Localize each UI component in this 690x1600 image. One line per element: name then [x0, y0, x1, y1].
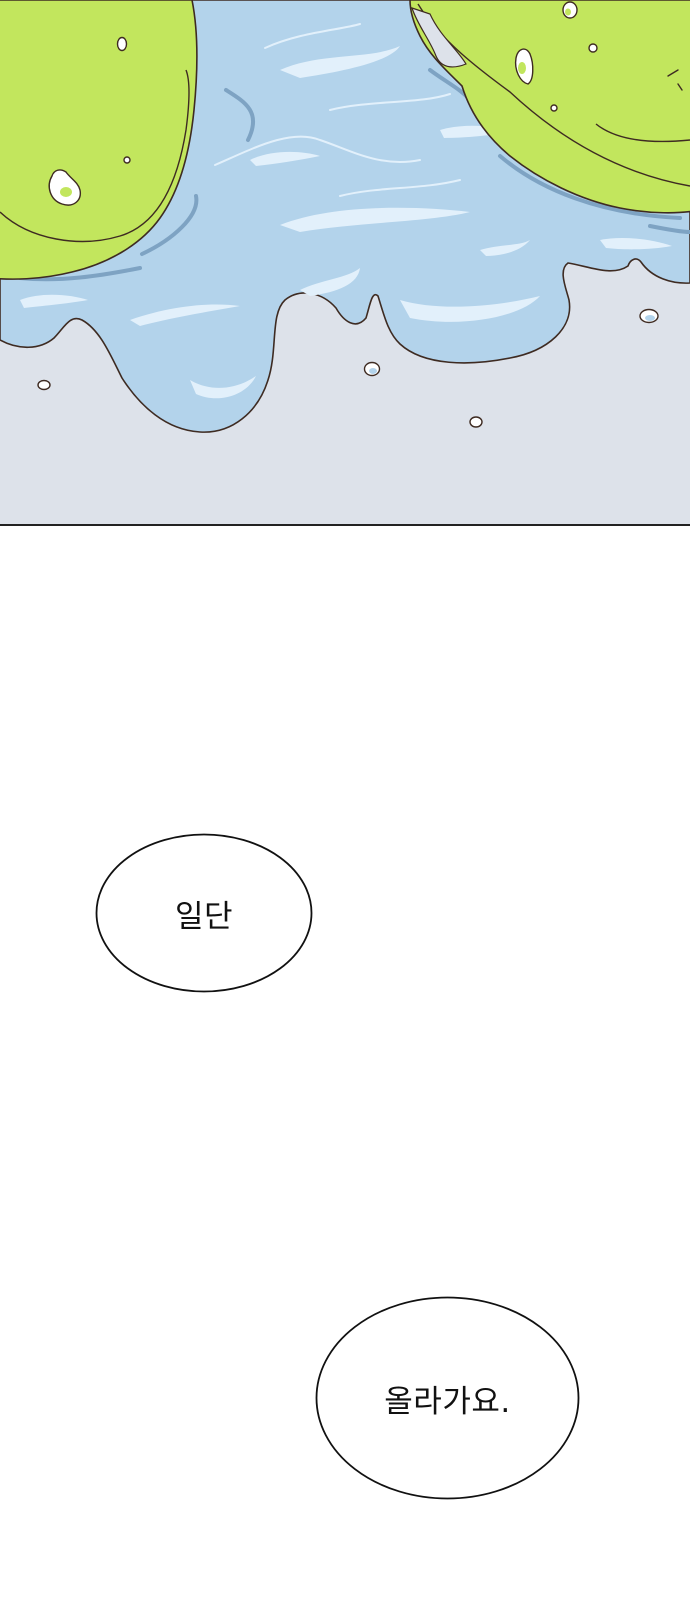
speech-bubble-2: 올라가요. [315, 1296, 580, 1500]
speech-bubble-1: 일단 [95, 833, 313, 993]
speech-bubble-2-text: 올라가요. [384, 1383, 511, 1420]
comic-panel [0, 0, 690, 526]
speech-bubble-1-text: 일단 [174, 898, 234, 935]
panel-illustration [0, 0, 690, 526]
